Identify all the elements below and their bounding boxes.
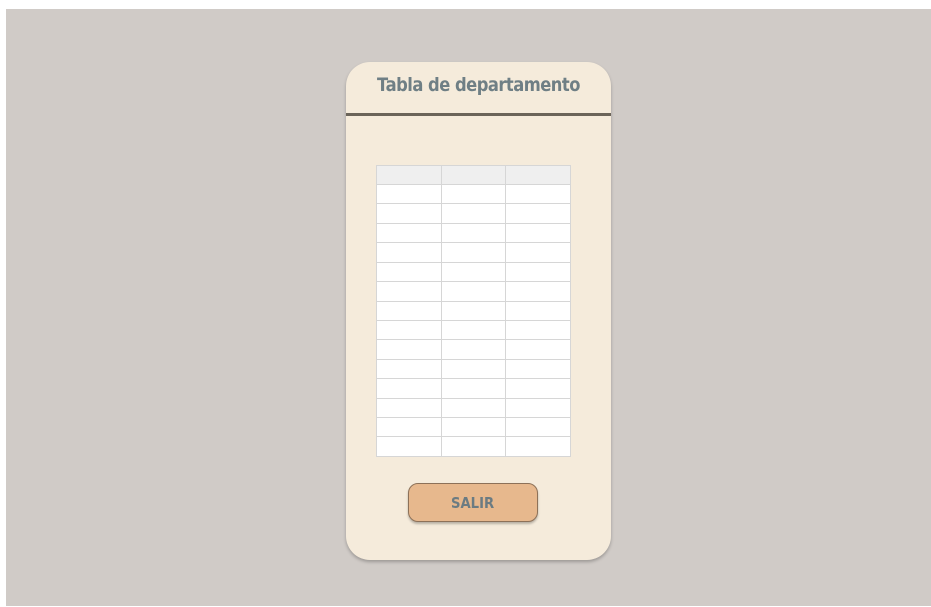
table-cell[interactable] <box>440 397 507 419</box>
table-row[interactable] <box>376 378 571 399</box>
table-cell[interactable] <box>376 300 442 321</box>
table-cell[interactable] <box>505 339 571 360</box>
table-cell[interactable] <box>440 281 507 302</box>
table-cell[interactable] <box>376 319 442 341</box>
table-cell[interactable] <box>505 300 571 321</box>
table-cell[interactable] <box>505 436 571 457</box>
table-cell[interactable] <box>505 397 571 419</box>
exit-button[interactable]: SALIR <box>408 483 538 522</box>
table-row[interactable] <box>376 319 571 341</box>
table-cell[interactable] <box>376 183 442 205</box>
dialog-title: Tabla de departamento <box>377 74 580 96</box>
table-cell[interactable] <box>440 319 507 341</box>
table-row[interactable] <box>376 358 571 380</box>
table-cell[interactable] <box>440 183 507 205</box>
department-table <box>376 165 571 457</box>
table-cell[interactable] <box>376 436 442 457</box>
table-cell[interactable] <box>505 261 571 283</box>
table-cell[interactable] <box>505 183 571 205</box>
table-cell[interactable] <box>505 378 571 399</box>
table-cell[interactable] <box>440 242 507 263</box>
table-row[interactable] <box>376 300 571 321</box>
table-cell[interactable] <box>440 203 507 224</box>
table-cell[interactable] <box>376 378 442 399</box>
table-cell[interactable] <box>376 261 442 283</box>
table-row[interactable] <box>376 261 571 283</box>
table-row[interactable] <box>376 242 571 263</box>
table-cell[interactable] <box>440 261 507 283</box>
table-row[interactable] <box>376 339 571 360</box>
table-cell[interactable] <box>440 378 507 399</box>
table-cell[interactable] <box>376 358 442 380</box>
table-row[interactable] <box>376 183 571 205</box>
table-cell[interactable] <box>440 417 507 438</box>
table-cell[interactable] <box>376 397 442 419</box>
exit-button-label: SALIR <box>451 493 495 512</box>
table-row[interactable] <box>376 436 571 457</box>
table-cell[interactable] <box>376 339 442 360</box>
table-header-cell <box>505 165 571 185</box>
table-header-row <box>376 165 571 185</box>
table-cell[interactable] <box>505 242 571 263</box>
table-cell[interactable] <box>376 417 442 438</box>
table-cell[interactable] <box>505 319 571 341</box>
table-row[interactable] <box>376 203 571 224</box>
table-row[interactable] <box>376 417 571 438</box>
table-cell[interactable] <box>440 300 507 321</box>
table-cell[interactable] <box>505 203 571 224</box>
table-body <box>376 183 571 457</box>
table-cell[interactable] <box>505 417 571 438</box>
table-cell[interactable] <box>440 339 507 360</box>
table-row[interactable] <box>376 222 571 244</box>
title-divider <box>346 113 611 116</box>
app-background: Tabla de departamento SALIR <box>6 9 931 606</box>
table-cell[interactable] <box>376 281 442 302</box>
table-cell[interactable] <box>505 222 571 244</box>
table-row[interactable] <box>376 397 571 419</box>
table-row[interactable] <box>376 281 571 302</box>
table-cell[interactable] <box>376 203 442 224</box>
table-cell[interactable] <box>440 358 507 380</box>
department-table-dialog: Tabla de departamento SALIR <box>346 62 611 560</box>
table-header-cell <box>376 165 442 185</box>
table-cell[interactable] <box>376 222 442 244</box>
table-cell[interactable] <box>376 242 442 263</box>
table-header-cell <box>440 165 507 185</box>
table-cell[interactable] <box>505 358 571 380</box>
table-cell[interactable] <box>440 436 507 457</box>
table-cell[interactable] <box>505 281 571 302</box>
table-cell[interactable] <box>440 222 507 244</box>
